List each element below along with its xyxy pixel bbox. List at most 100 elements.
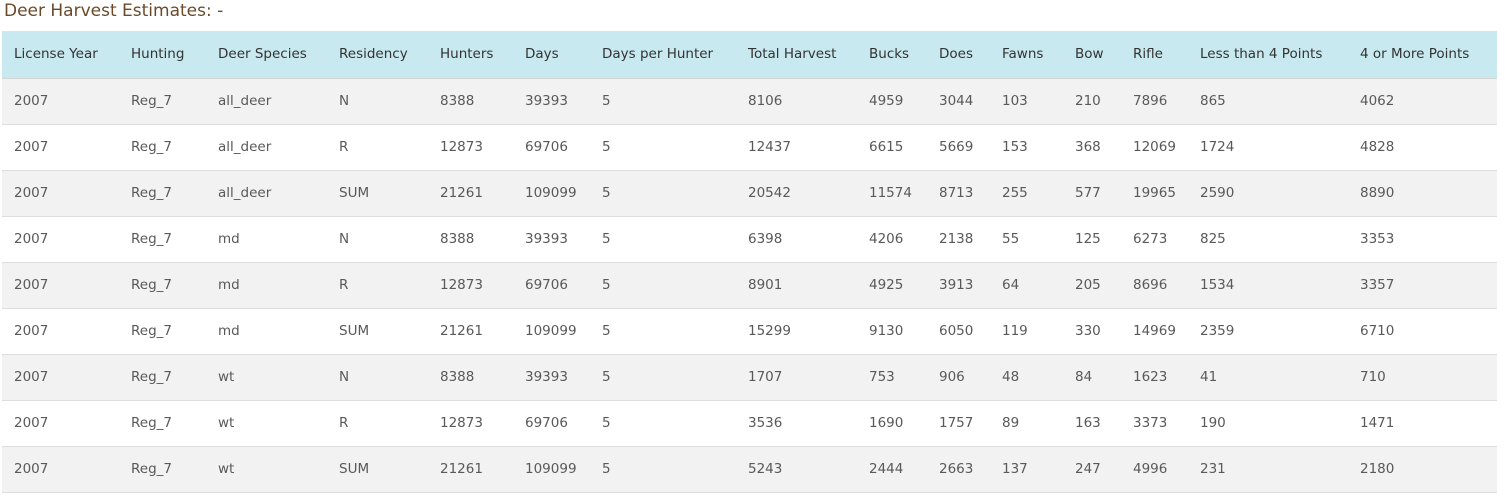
table-cell-bucks: 753 — [869, 369, 895, 385]
table-cell-total-harvest: 12437 — [748, 139, 791, 155]
column-header-days-per-hunter: Days per Hunter — [590, 31, 736, 79]
table-cell-fawns: 153 — [1002, 139, 1028, 155]
table-cell-hunters: 8388 — [440, 93, 475, 109]
table-cell-does: 2663 — [939, 461, 974, 477]
column-header-deer-species: Deer Species — [206, 31, 327, 79]
table-cell-hunting: Reg_7 — [131, 415, 172, 431]
table-cell-license-year: 2007 — [14, 369, 49, 385]
table-cell-total-harvest: 8901 — [748, 277, 783, 293]
table-cell-4-or-more-points: 4062 — [1360, 93, 1395, 109]
table-cell-fawns: 89 — [1002, 415, 1020, 431]
column-header-rifle: Rifle — [1121, 31, 1188, 79]
table-cell-4-or-more-points: 3357 — [1360, 277, 1395, 293]
table-cell-rifle: 3373 — [1133, 415, 1168, 431]
table-cell-days: 109099 — [525, 185, 577, 201]
table-cell-bow: 577 — [1075, 185, 1101, 201]
table-cell-rifle: 6273 — [1133, 231, 1168, 247]
table-cell-hunting: Reg_7 — [131, 231, 172, 247]
table-cell-deer-species: wt — [218, 369, 235, 385]
table-cell-deer-species: md — [218, 231, 240, 247]
column-header-days: Days — [513, 31, 590, 79]
table-cell-deer-species: all_deer — [218, 185, 272, 201]
table-cell-fawns: 64 — [1002, 277, 1020, 293]
table-cell-hunting: Reg_7 — [131, 93, 172, 109]
table-cell-does: 906 — [939, 369, 965, 385]
table-row: 2007 Reg_7 md N 8388 39393 5 6398 4206 2138 55 125 6… — [2, 216, 1497, 262]
table-cell-total-harvest: 5243 — [748, 461, 783, 477]
table-cell-deer-species: md — [218, 323, 240, 339]
table-cell-deer-species: all_deer — [218, 139, 272, 155]
table-cell-bucks: 4206 — [869, 231, 904, 247]
column-header-residency: Residency — [327, 31, 428, 79]
table-cell-bucks: 4959 — [869, 93, 904, 109]
table-cell-fawns: 55 — [1002, 231, 1020, 247]
table-cell-license-year: 2007 — [14, 461, 49, 477]
table-cell-hunting: Reg_7 — [131, 323, 172, 339]
table-cell-fawns: 137 — [1002, 461, 1028, 477]
table-cell-days-per-hunter: 5 — [602, 277, 611, 293]
table-cell-total-harvest: 6398 — [748, 231, 783, 247]
table-cell-days-per-hunter: 5 — [602, 93, 611, 109]
harvest-table-container: License Year Hunting Deer Species Residency… — [2, 31, 1497, 493]
table-cell-days-per-hunter: 5 — [602, 369, 611, 385]
table-cell-hunters: 12873 — [440, 415, 483, 431]
table-cell-residency: R — [339, 139, 349, 155]
table-cell-bow: 330 — [1075, 323, 1101, 339]
table-cell-residency: SUM — [339, 185, 370, 201]
table-cell-does: 5669 — [939, 139, 974, 155]
table-cell-less-than-4-points: 41 — [1200, 369, 1218, 385]
table-cell-residency: R — [339, 415, 349, 431]
table-cell-less-than-4-points: 231 — [1200, 461, 1226, 477]
table-cell-4-or-more-points: 710 — [1360, 369, 1386, 385]
table-cell-hunting: Reg_7 — [131, 369, 172, 385]
table-cell-hunting: Reg_7 — [131, 277, 172, 293]
table-cell-does: 6050 — [939, 323, 974, 339]
table-cell-hunting: Reg_7 — [131, 139, 172, 155]
page-title: Deer Harvest Estimates: - — [4, 1, 224, 21]
table-cell-less-than-4-points: 190 — [1200, 415, 1226, 431]
table-row: 2007 Reg_7 all_deer SUM 21261 109099 5 20542 115… — [2, 170, 1497, 216]
table-cell-license-year: 2007 — [14, 185, 49, 201]
table-cell-4-or-more-points: 4828 — [1360, 139, 1395, 155]
table-row: 2007 Reg_7 wt SUM 21261 109099 5 5243 2444 2663 13… — [2, 446, 1497, 492]
table-cell-hunters: 21261 — [440, 323, 483, 339]
table-cell-less-than-4-points: 2359 — [1200, 323, 1235, 339]
table-cell-does: 3044 — [939, 93, 974, 109]
table-cell-4-or-more-points: 2180 — [1360, 461, 1395, 477]
table-row: 2007 Reg_7 wt R 12873 69706 5 3536 1690 1757 89 163… — [2, 400, 1497, 446]
column-header-hunters: Hunters — [428, 31, 513, 79]
table-cell-total-harvest: 15299 — [748, 323, 791, 339]
table-cell-bow: 205 — [1075, 277, 1101, 293]
table-cell-rifle: 7896 — [1133, 93, 1168, 109]
table-cell-bucks: 4925 — [869, 277, 904, 293]
table-cell-days-per-hunter: 5 — [602, 231, 611, 247]
table-cell-bow: 368 — [1075, 139, 1101, 155]
table-cell-rifle: 19965 — [1133, 185, 1176, 201]
table-cell-hunters: 8388 — [440, 369, 475, 385]
column-header-4-or-more-points: 4 or More Points — [1348, 31, 1497, 79]
table-cell-rifle: 1623 — [1133, 369, 1168, 385]
column-header-does: Does — [927, 31, 990, 79]
table-cell-deer-species: md — [218, 277, 240, 293]
table-cell-less-than-4-points: 1724 — [1200, 139, 1235, 155]
table-cell-residency: N — [339, 231, 350, 247]
table-cell-total-harvest: 8106 — [748, 93, 783, 109]
harvest-table: License Year Hunting Deer Species Residency… — [2, 31, 1497, 493]
table-cell-license-year: 2007 — [14, 277, 49, 293]
table-cell-days: 39393 — [525, 231, 568, 247]
table-cell-bucks: 9130 — [869, 323, 904, 339]
table-cell-hunters: 21261 — [440, 185, 483, 201]
table-cell-bow: 125 — [1075, 231, 1101, 247]
table-cell-total-harvest: 20542 — [748, 185, 791, 201]
table-cell-does: 2138 — [939, 231, 974, 247]
table-cell-bucks: 11574 — [869, 185, 912, 201]
table-cell-days: 69706 — [525, 277, 568, 293]
column-header-less-than-4-points: Less than 4 Points — [1188, 31, 1348, 79]
table-cell-license-year: 2007 — [14, 231, 49, 247]
table-cell-residency: N — [339, 93, 350, 109]
table-cell-days: 109099 — [525, 323, 577, 339]
table-cell-4-or-more-points: 3353 — [1360, 231, 1395, 247]
table-cell-license-year: 2007 — [14, 139, 49, 155]
table-cell-fawns: 255 — [1002, 185, 1028, 201]
column-header-bucks: Bucks — [857, 31, 927, 79]
